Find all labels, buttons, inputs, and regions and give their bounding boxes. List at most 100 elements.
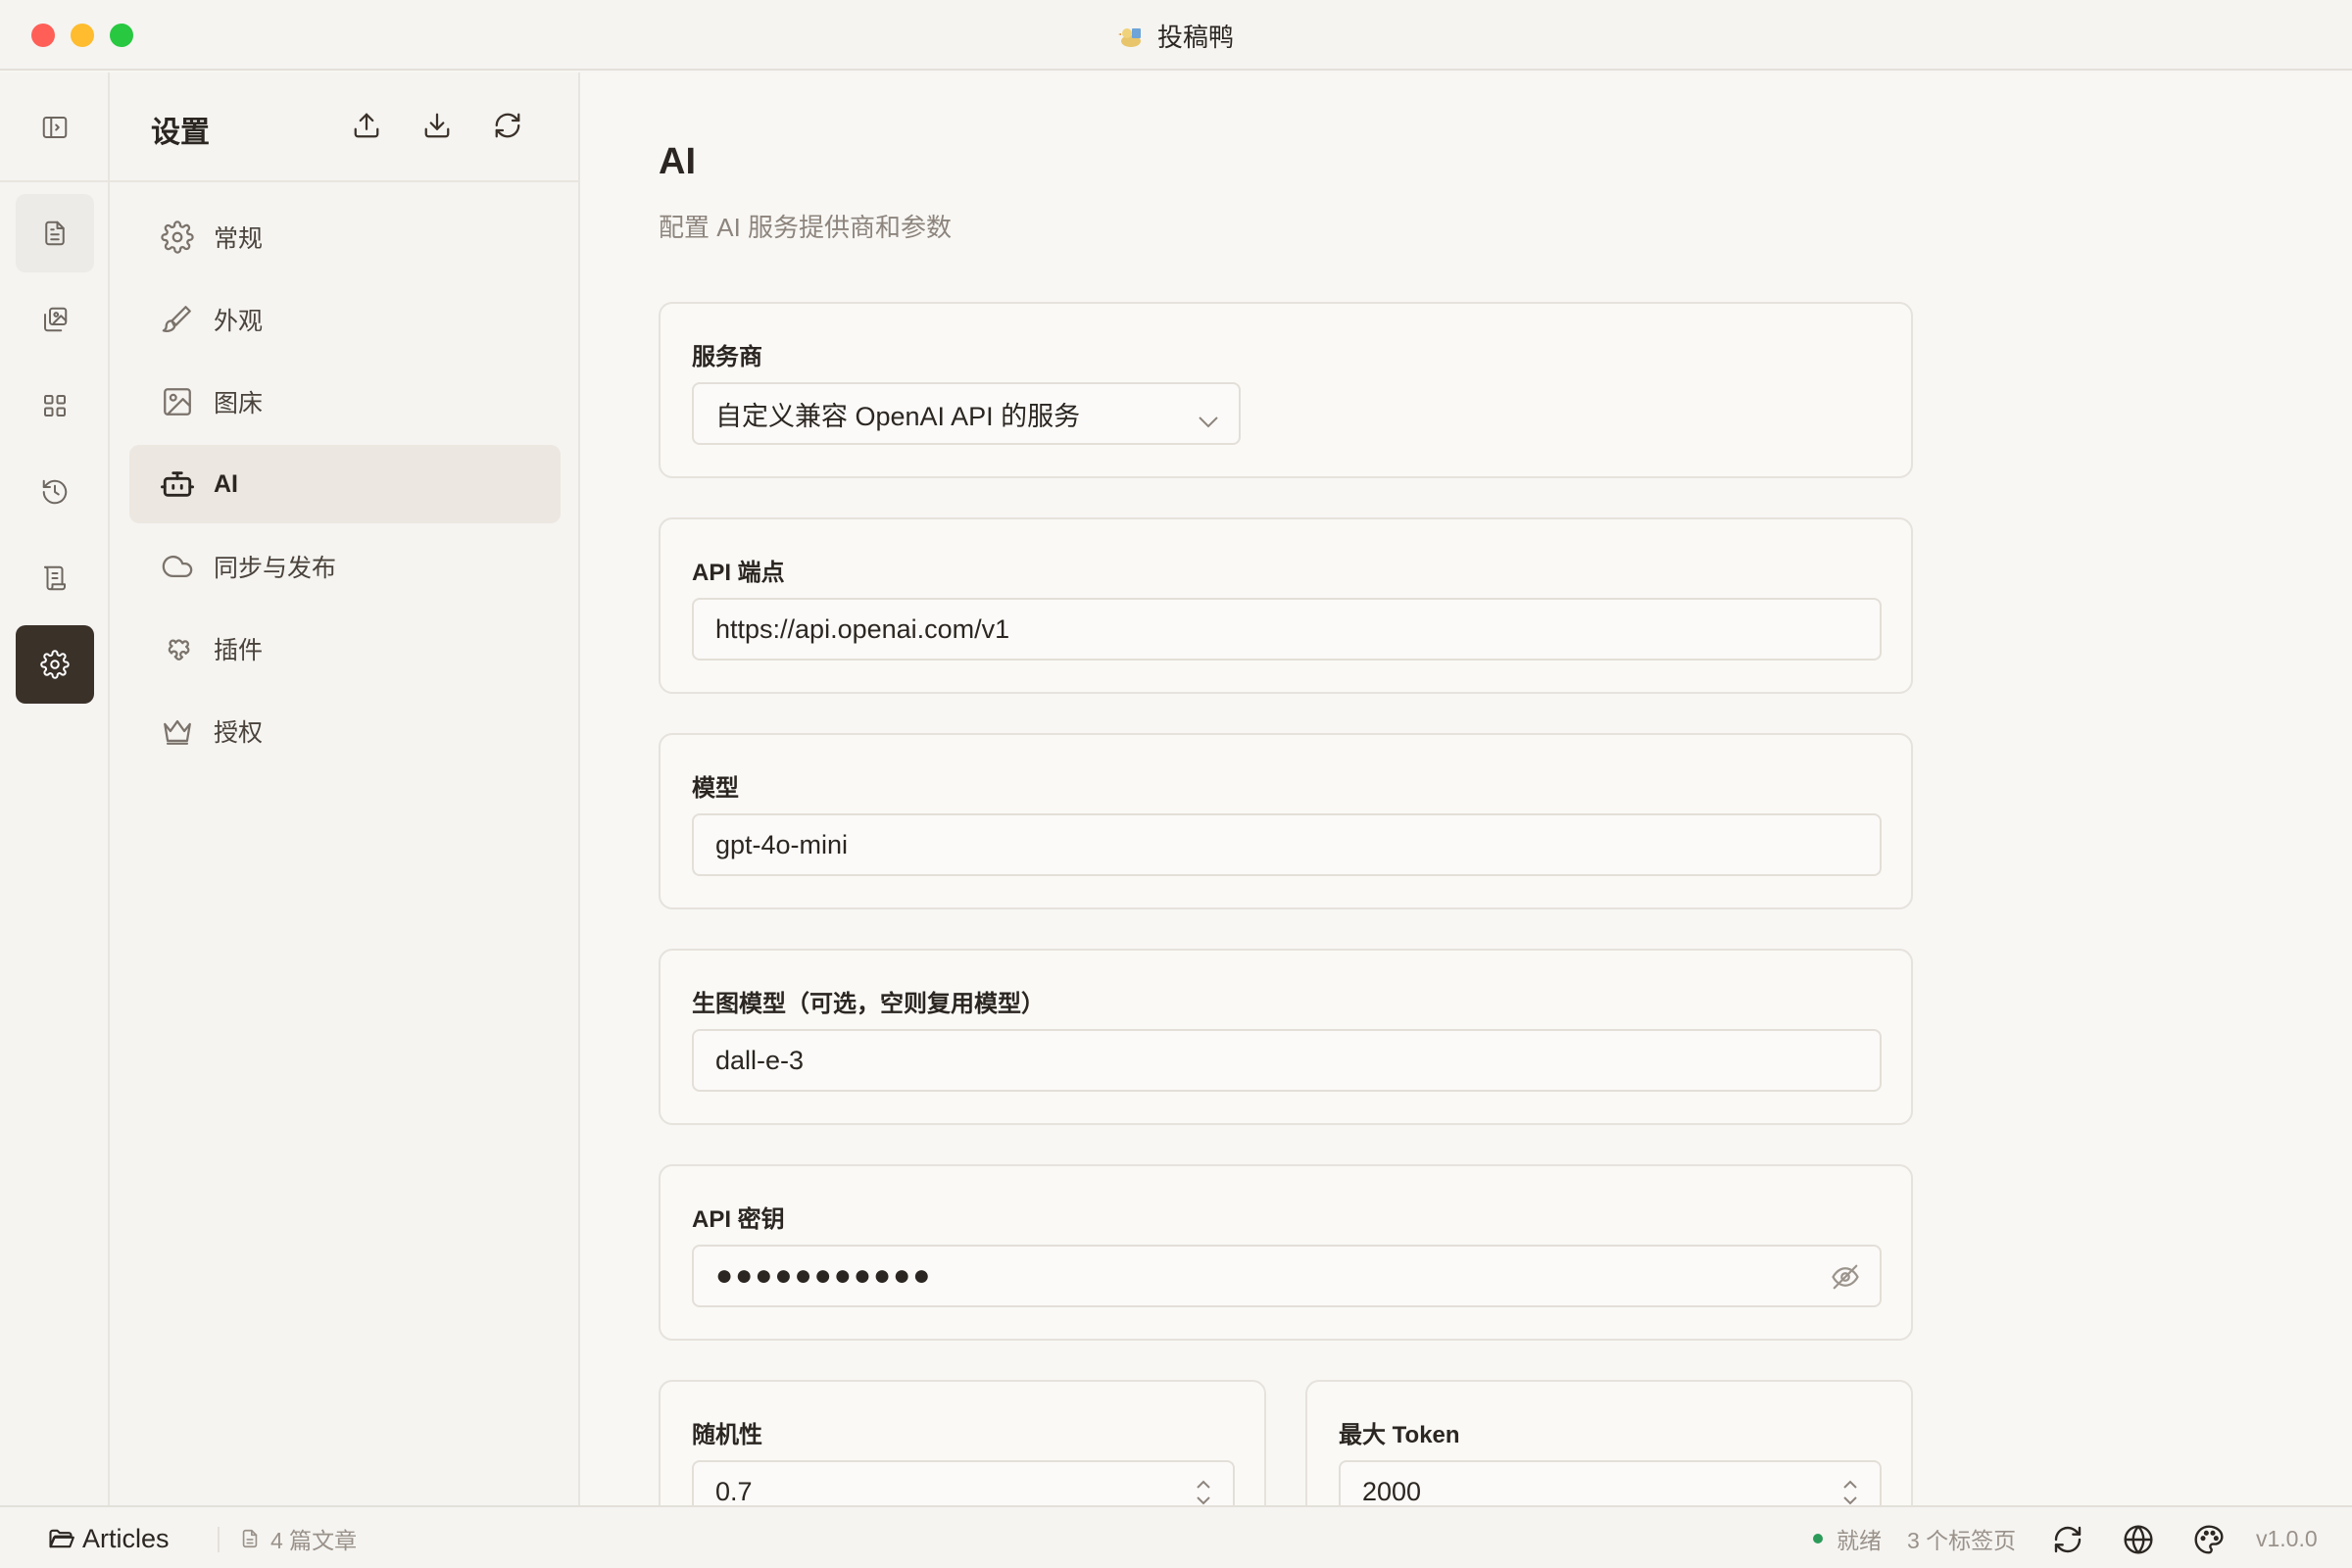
history-icon bbox=[42, 479, 68, 505]
image-model-label: 生图模型（可选，空则复用模型） bbox=[692, 991, 1045, 1017]
theme-button[interactable] bbox=[2193, 1523, 2227, 1556]
gear-icon bbox=[161, 220, 194, 254]
folder-open-icon bbox=[49, 1529, 74, 1548]
chevron-down-icon bbox=[1198, 406, 1219, 428]
rail-item-articles[interactable] bbox=[16, 194, 94, 272]
refresh-icon bbox=[2054, 1526, 2082, 1553]
folder-button[interactable]: Articles bbox=[47, 1507, 170, 1568]
temperature-value: 0.7 bbox=[715, 1476, 753, 1506]
nav-item-general[interactable]: 常规 bbox=[129, 198, 561, 276]
article-count: 4 篇文章 bbox=[239, 1507, 357, 1568]
page-subtitle: 配置 AI 服务提供商和参数 bbox=[659, 213, 953, 242]
download-icon bbox=[424, 113, 450, 138]
sidebar-header: 设置 bbox=[110, 73, 578, 182]
import-settings-button[interactable] bbox=[419, 108, 455, 143]
nav-item-label: 常规 bbox=[214, 225, 264, 253]
file-icon bbox=[242, 1529, 258, 1548]
globe-icon bbox=[2124, 1525, 2153, 1554]
model-card: 模型 gpt-4o-mini bbox=[659, 733, 1913, 909]
folder-name: Articles bbox=[82, 1523, 170, 1553]
icon-rail bbox=[0, 73, 110, 1505]
tab-count: 3 个标签页 bbox=[1907, 1528, 2017, 1553]
temperature-input[interactable]: 0.7 bbox=[692, 1460, 1235, 1505]
status-bar: Articles 4 篇文章 就绪 3 个标签页 v1.0.0 bbox=[0, 1505, 2352, 1568]
gear-icon bbox=[40, 650, 70, 679]
reset-settings-button[interactable] bbox=[490, 108, 525, 143]
palette-icon bbox=[2194, 1525, 2224, 1554]
temperature-card: 随机性 0.7 bbox=[659, 1380, 1266, 1505]
provider-value: 自定义兼容 OpenAI API 的服务 bbox=[715, 401, 1081, 431]
settings-content: AI 配置 AI 服务提供商和参数 服务商 自定义兼容 OpenAI API 的… bbox=[580, 73, 2352, 1505]
nav-item-sync-publish[interactable]: 同步与发布 bbox=[129, 527, 561, 606]
settings-sidebar: 设置 常规 外观 图床 AI 同步与发布 插件 授权 bbox=[110, 73, 580, 1505]
image-icon bbox=[164, 388, 191, 416]
crown-icon bbox=[164, 719, 191, 745]
nav-item-image-host[interactable]: 图床 bbox=[129, 363, 561, 441]
nav-item-plugins[interactable]: 插件 bbox=[129, 610, 561, 688]
max-tokens-input[interactable]: 2000 bbox=[1339, 1460, 1882, 1505]
cloud-icon bbox=[162, 555, 193, 578]
window-title: 投稿鸭 bbox=[0, 18, 2352, 54]
scroll-icon bbox=[44, 565, 66, 591]
status-indicator: 就绪 bbox=[1813, 1507, 1882, 1568]
max-tokens-card: 最大 Token 2000 bbox=[1305, 1380, 1913, 1505]
nav-item-label: 授权 bbox=[214, 719, 264, 747]
provider-card: 服务商 自定义兼容 OpenAI API 的服务 bbox=[659, 302, 1913, 478]
eye-off-icon[interactable] bbox=[1831, 1262, 1860, 1292]
refresh-icon bbox=[495, 113, 520, 138]
max-tokens-value: 2000 bbox=[1362, 1476, 1422, 1506]
stepper-icon[interactable] bbox=[1838, 1474, 1862, 1505]
provider-select[interactable]: 自定义兼容 OpenAI API 的服务 bbox=[692, 382, 1241, 445]
rail-header bbox=[0, 73, 108, 182]
api-key-label: API 密钥 bbox=[692, 1206, 785, 1233]
api-key-input[interactable]: ●●●●●●●●●●● bbox=[692, 1245, 1882, 1307]
title-bar: 投稿鸭 bbox=[0, 0, 2352, 71]
status-dot bbox=[1813, 1534, 1823, 1544]
image-model-card: 生图模型（可选，空则复用模型） dall-e-3 bbox=[659, 949, 1913, 1125]
rail-item-scroll[interactable] bbox=[16, 539, 94, 617]
nav-item-label: 图床 bbox=[214, 390, 264, 417]
model-input[interactable]: gpt-4o-mini bbox=[692, 813, 1882, 876]
image-model-input[interactable]: dall-e-3 bbox=[692, 1029, 1882, 1092]
toggle-sidebar-button[interactable] bbox=[16, 88, 94, 167]
app-version: v1.0.0 bbox=[2256, 1525, 2318, 1551]
nav-item-license[interactable]: 授权 bbox=[129, 692, 561, 770]
nav-item-appearance[interactable]: 外观 bbox=[129, 280, 561, 359]
language-button[interactable] bbox=[2123, 1523, 2156, 1556]
api-endpoint-value: https://api.openai.com/v1 bbox=[715, 613, 1010, 644]
sidebar-toggle-icon bbox=[42, 117, 68, 138]
grid-icon bbox=[44, 395, 66, 416]
api-endpoint-card: API 端点 https://api.openai.com/v1 bbox=[659, 517, 1913, 694]
max-tokens-label: 最大 Token bbox=[1339, 1422, 1460, 1448]
image-copy-icon bbox=[44, 307, 68, 332]
rail-item-settings[interactable] bbox=[16, 625, 94, 704]
page-title: AI bbox=[659, 141, 696, 182]
nav-item-ai[interactable]: AI bbox=[129, 445, 561, 523]
api-key-card: API 密钥 ●●●●●●●●●●● bbox=[659, 1164, 1913, 1341]
api-key-masked-value: ●●●●●●●●●●● bbox=[715, 1259, 933, 1292]
app-name: 投稿鸭 bbox=[1156, 23, 1234, 52]
duck-logo-icon bbox=[1117, 24, 1144, 50]
rail-item-history[interactable] bbox=[16, 453, 94, 531]
settings-nav: 常规 外观 图床 AI 同步与发布 插件 授权 bbox=[129, 198, 561, 774]
provider-label: 服务商 bbox=[692, 344, 762, 370]
rail-item-images[interactable] bbox=[16, 280, 94, 359]
rail-item-apps[interactable] bbox=[16, 367, 94, 445]
stepper-icon[interactable] bbox=[1192, 1474, 1215, 1505]
brush-icon bbox=[162, 306, 191, 332]
status-text: 就绪 bbox=[1837, 1528, 1882, 1553]
file-text-icon bbox=[45, 220, 65, 246]
nav-item-label: 插件 bbox=[214, 637, 264, 664]
temperature-label: 随机性 bbox=[692, 1422, 762, 1448]
export-settings-button[interactable] bbox=[349, 108, 384, 143]
bot-icon bbox=[161, 471, 194, 497]
model-label: 模型 bbox=[692, 775, 739, 802]
model-value: gpt-4o-mini bbox=[715, 829, 849, 859]
upload-icon bbox=[354, 113, 379, 138]
api-endpoint-input[interactable]: https://api.openai.com/v1 bbox=[692, 598, 1882, 661]
sync-button[interactable] bbox=[2052, 1523, 2085, 1556]
sidebar-title: 设置 bbox=[151, 117, 210, 149]
puzzle-icon bbox=[168, 639, 190, 661]
nav-item-label: 同步与发布 bbox=[214, 555, 337, 582]
api-endpoint-label: API 端点 bbox=[692, 560, 785, 586]
